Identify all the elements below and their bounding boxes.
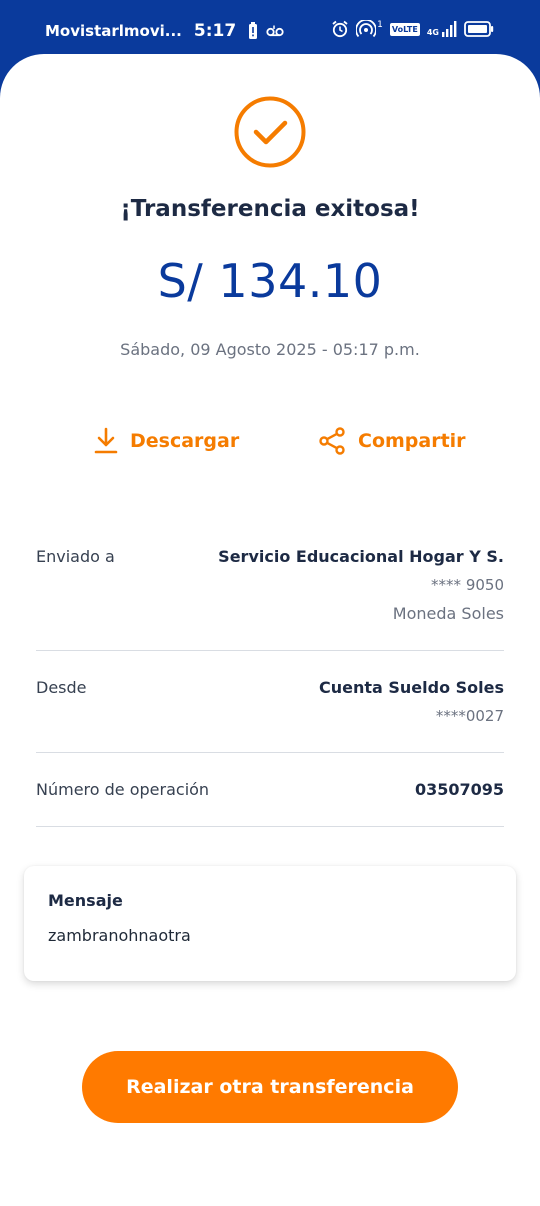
divider <box>36 752 504 753</box>
download-button[interactable]: Descargar <box>94 427 239 455</box>
voicemail-icon <box>266 25 284 37</box>
success-title: ¡Transferencia exitosa! <box>120 196 420 222</box>
message-title: Mensaje <box>48 891 123 910</box>
battery-icon <box>464 21 494 37</box>
divider <box>36 826 504 827</box>
success-check-icon <box>233 95 307 169</box>
share-button[interactable]: Compartir <box>318 427 466 455</box>
volte-badge: VoLTE <box>389 22 420 36</box>
battery-alert-icon <box>249 22 258 39</box>
message-text: zambranohnaotra <box>48 926 191 945</box>
source-account-name: Cuenta Sueldo Soles <box>318 678 504 697</box>
transfer-amount: S/ 134.10 <box>157 254 383 308</box>
recipient-currency: Moneda Soles <box>392 604 504 623</box>
from-label: Desde <box>36 678 87 697</box>
download-icon <box>94 427 118 454</box>
share-label: Compartir <box>358 430 466 452</box>
status-bar: Movistarlmovi... 5:17 1 VoLTE 4G <box>0 0 540 62</box>
divider <box>36 650 504 651</box>
network-type: 4G <box>426 28 439 37</box>
transfer-datetime: Sábado, 09 Agosto 2025 - 05:17 p.m. <box>120 340 420 359</box>
sent-to-label: Enviado a <box>36 547 115 566</box>
hotspot-count: 1 <box>377 20 383 30</box>
hotspot-icon <box>356 20 377 38</box>
new-transfer-button[interactable]: Realizar otra transferencia <box>82 1051 458 1123</box>
recipient-name: Servicio Educacional Hogar Y S. <box>218 547 504 566</box>
receipt-card <box>0 54 540 1206</box>
download-label: Descargar <box>130 430 240 452</box>
share-icon <box>319 427 345 455</box>
source-account-number: ****0027 <box>435 707 504 725</box>
clock: 5:17 <box>193 21 237 41</box>
recipient-account: **** 9050 <box>431 576 504 594</box>
carrier-name: Movistarlmovi... <box>45 22 182 40</box>
operation-label: Número de operación <box>36 780 210 799</box>
alarm-icon <box>332 20 348 38</box>
operation-number: 03507095 <box>414 780 504 799</box>
message-card: Mensaje zambranohnaotra <box>24 866 516 981</box>
signal-icon <box>442 21 457 37</box>
